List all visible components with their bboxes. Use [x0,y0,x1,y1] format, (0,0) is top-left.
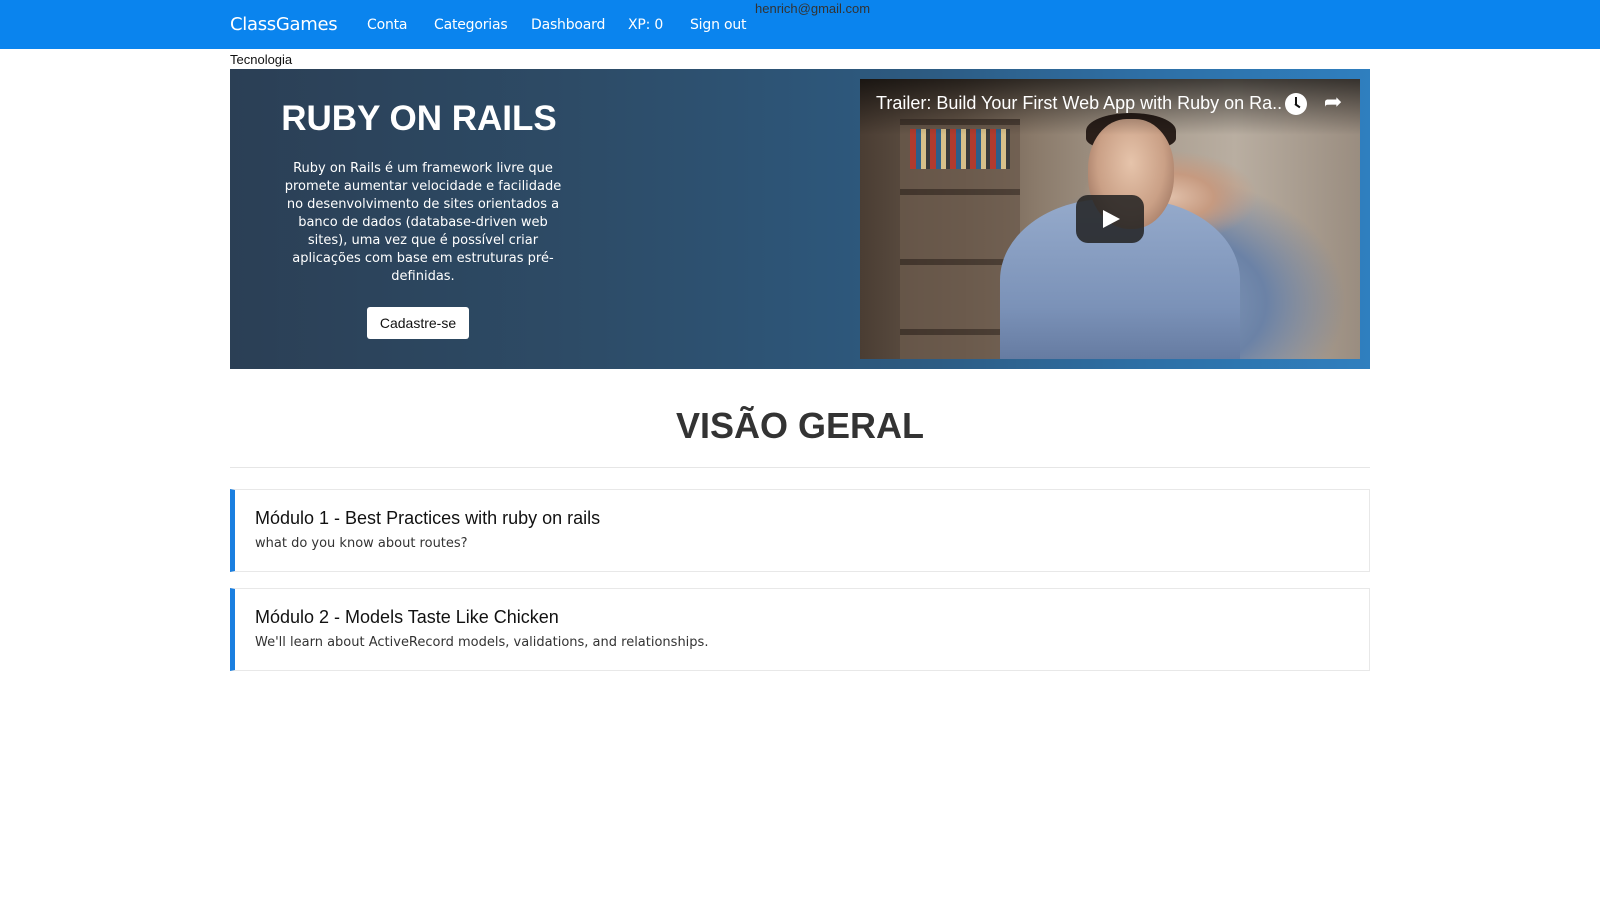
module-description: We'll learn about ActiveRecord models, v… [255,635,709,650]
share-icon[interactable]: ➦ [1320,89,1346,115]
course-description: Ruby on Rails é um framework livre que p… [284,161,562,284]
video-player[interactable]: Trailer: Build Your First Web App with R… [860,79,1360,359]
course-hero: RUBY ON RAILS Ruby on Rails é um framewo… [230,69,1370,369]
watch-later-clock-icon[interactable] [1285,93,1307,115]
nav-xp-counter[interactable]: XP: 0 [628,17,663,33]
module-card[interactable]: Módulo 1 - Best Practices with ruby on r… [230,489,1370,572]
navbar: ClassGames Conta Categorias Dashboard XP… [0,0,1600,49]
video-thumbnail-books [910,129,1010,169]
nav-link-conta[interactable]: Conta [367,17,407,33]
signup-button[interactable]: Cadastre-se [367,307,469,339]
module-card[interactable]: Módulo 2 - Models Taste Like Chicken We'… [230,588,1370,671]
play-icon[interactable] [1076,195,1144,243]
overview-title: VISÃO GERAL [675,405,925,446]
video-title[interactable]: Trailer: Build Your First Web App with R… [876,93,1281,114]
module-title: Módulo 2 - Models Taste Like Chicken [255,607,559,627]
breadcrumb-category: Tecnologia [230,52,293,67]
nav-link-signout[interactable]: Sign out [690,17,747,33]
module-title: Módulo 1 - Best Practices with ruby on r… [255,508,601,528]
overview-divider [230,467,1370,468]
brand-link[interactable]: ClassGames [230,14,338,35]
module-description: what do you know about routes? [255,536,468,551]
user-email: henrich@gmail.com [755,1,871,16]
nav-link-dashboard[interactable]: Dashboard [531,17,605,33]
nav-link-categorias[interactable]: Categorias [434,17,508,33]
course-title: RUBY ON RAILS [281,99,557,138]
